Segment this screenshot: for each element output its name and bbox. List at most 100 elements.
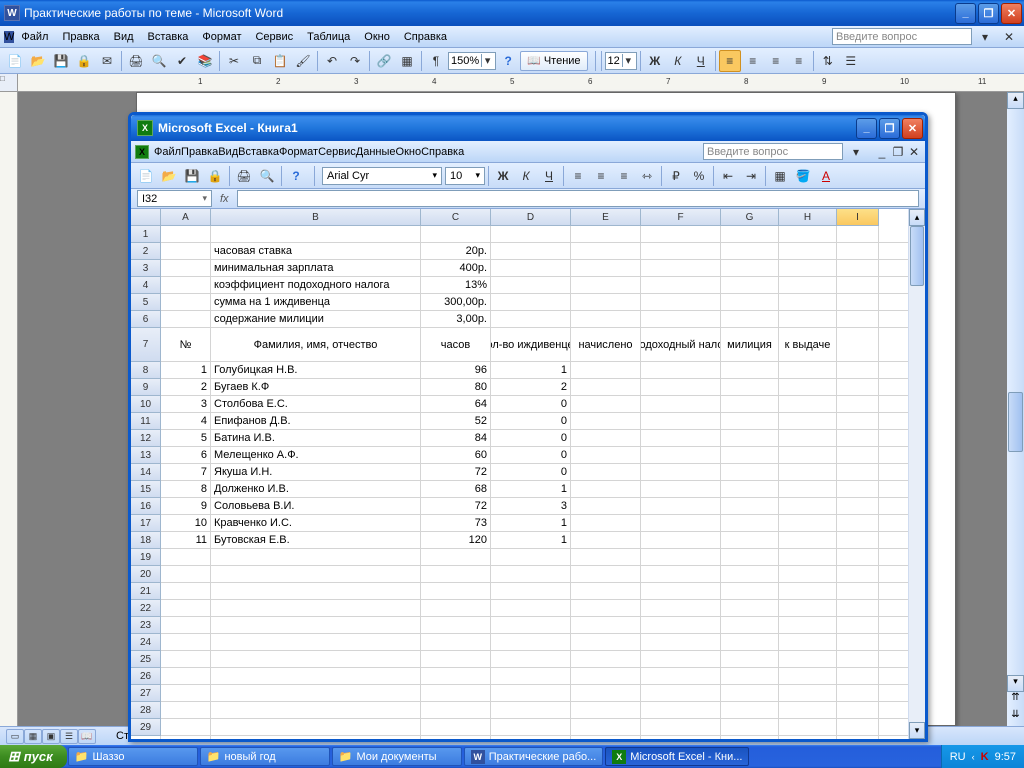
open-icon[interactable]: 📂	[27, 50, 49, 72]
cell-D13[interactable]: 0	[491, 447, 571, 464]
line-spacing-icon[interactable]: ⇅	[817, 50, 839, 72]
word-help-search[interactable]	[832, 28, 972, 45]
row-header-10[interactable]: 10	[131, 396, 161, 413]
row-header-13[interactable]: 13	[131, 447, 161, 464]
mail-icon[interactable]: ✉	[96, 50, 118, 72]
excel-menu-window[interactable]: Окно	[396, 146, 422, 158]
excel-grid[interactable]: ABCDEFGHI1234567891011121314151617181920…	[131, 209, 925, 739]
taskbar-item-0[interactable]: 📁Шаззо	[68, 747, 198, 766]
scroll-down-icon[interactable]: ▾	[909, 722, 925, 739]
excel-menu-view[interactable]: Вид	[218, 146, 238, 158]
ex-align-right-icon[interactable]: ≡	[613, 165, 635, 187]
cell-C15[interactable]: 68	[421, 481, 491, 498]
cell-B9[interactable]: Бугаев К.Ф	[211, 379, 421, 396]
fx-icon[interactable]: fx	[220, 193, 229, 205]
excel-menu-file[interactable]: Файл	[154, 146, 181, 158]
cell-C11[interactable]: 52	[421, 413, 491, 430]
word-doc-icon[interactable]: W	[4, 31, 14, 43]
ex-fontcolor-icon[interactable]: A	[815, 165, 837, 187]
format-painter-icon[interactable]: 🖌	[292, 50, 314, 72]
redo-icon[interactable]: ↷	[344, 50, 366, 72]
word-menu-view[interactable]: Вид	[107, 28, 141, 46]
ex-preview-icon[interactable]: 🔍	[256, 165, 278, 187]
row-header-12[interactable]: 12	[131, 430, 161, 447]
cell-A13[interactable]: 6	[161, 447, 211, 464]
cell-B18[interactable]: Бутовская Е.В.	[211, 532, 421, 549]
cell-A9[interactable]: 2	[161, 379, 211, 396]
print-icon[interactable]: 🖨	[125, 50, 147, 72]
row-header-5[interactable]: 5	[131, 294, 161, 311]
word-help-search-dropdown-icon[interactable]: ▾	[974, 26, 996, 48]
kaspersky-icon[interactable]: K	[981, 751, 989, 763]
col-header-I[interactable]: I	[837, 209, 879, 226]
print-preview-icon[interactable]: 🔍	[148, 50, 170, 72]
cell-D17[interactable]: 1	[491, 515, 571, 532]
cell-C18[interactable]: 120	[421, 532, 491, 549]
web-view-icon[interactable]: ▦	[24, 729, 42, 744]
cell-D11[interactable]: 0	[491, 413, 571, 430]
row-header-4[interactable]: 4	[131, 277, 161, 294]
ex-borders-icon[interactable]: ▦	[769, 165, 791, 187]
numbered-list-icon[interactable]: ☰	[840, 50, 862, 72]
ex-new-icon[interactable]: 📄	[135, 165, 157, 187]
cell-C5[interactable]: 300,00р.	[421, 294, 491, 311]
row-header-1[interactable]: 1	[131, 226, 161, 243]
ex-percent-icon[interactable]: %	[688, 165, 710, 187]
cell-B7[interactable]: Фамилия, имя, отчество	[211, 328, 421, 362]
language-indicator[interactable]: RU	[950, 751, 966, 763]
cell-A8[interactable]: 1	[161, 362, 211, 379]
align-right-icon[interactable]: ≡	[765, 50, 787, 72]
word-browse-next-icon[interactable]: ⇊	[1007, 709, 1024, 726]
outline-view-icon[interactable]: ☰	[60, 729, 78, 744]
ex-merge-icon[interactable]: ⇿	[636, 165, 658, 187]
word-fontsize-combo[interactable]: 12▾	[605, 52, 637, 70]
tables-borders-icon[interactable]: ▦	[396, 50, 418, 72]
word-menu-tools[interactable]: Сервис	[248, 28, 300, 46]
taskbar-item-2[interactable]: 📁Мои документы	[332, 747, 462, 766]
row-header-20[interactable]: 20	[131, 566, 161, 583]
word-scroll-up-icon[interactable]: ▴	[1007, 92, 1024, 109]
word-menu-window[interactable]: Окно	[357, 28, 397, 46]
select-all-corner[interactable]	[131, 209, 161, 226]
row-header-18[interactable]: 18	[131, 532, 161, 549]
row-header-19[interactable]: 19	[131, 549, 161, 566]
cell-A15[interactable]: 8	[161, 481, 211, 498]
cell-A7[interactable]: №	[161, 328, 211, 362]
row-header-24[interactable]: 24	[131, 634, 161, 651]
row-header-25[interactable]: 25	[131, 651, 161, 668]
cell-D7[interactable]: кол-во иждивенцев	[491, 328, 571, 362]
row-header-23[interactable]: 23	[131, 617, 161, 634]
permission-icon[interactable]: 🔒	[73, 50, 95, 72]
save-icon[interactable]: 💾	[50, 50, 72, 72]
ex-align-left-icon[interactable]: ≡	[567, 165, 589, 187]
italic-icon[interactable]: К	[667, 50, 689, 72]
word-browse-prev-icon[interactable]: ⇈	[1007, 692, 1024, 709]
new-doc-icon[interactable]: 📄	[4, 50, 26, 72]
ex-fontsize-combo[interactable]: 10▾	[445, 167, 485, 185]
row-header-7[interactable]: 7	[131, 328, 161, 362]
cell-C16[interactable]: 72	[421, 498, 491, 515]
row-header-2[interactable]: 2	[131, 243, 161, 260]
row-header-21[interactable]: 21	[131, 583, 161, 600]
word-horizontal-ruler[interactable]: □ 123456789101112	[0, 74, 1024, 92]
cell-G7[interactable]: милиция	[721, 328, 779, 362]
word-vertical-ruler[interactable]	[0, 92, 18, 726]
cell-C7[interactable]: часов	[421, 328, 491, 362]
cell-C17[interactable]: 73	[421, 515, 491, 532]
cell-A12[interactable]: 5	[161, 430, 211, 447]
ex-print-icon[interactable]: 🖨	[233, 165, 255, 187]
ex-open-icon[interactable]: 📂	[158, 165, 180, 187]
cell-D8[interactable]: 1	[491, 362, 571, 379]
reading-layout-button[interactable]: 📖 Чтение	[520, 51, 587, 71]
cell-C9[interactable]: 80	[421, 379, 491, 396]
align-left-icon[interactable]: ≡	[719, 50, 741, 72]
ex-font-combo[interactable]: Arial Cyr▾	[322, 167, 442, 185]
tray-chevron-icon[interactable]: ‹	[972, 752, 975, 762]
col-header-D[interactable]: D	[491, 209, 571, 226]
row-header-14[interactable]: 14	[131, 464, 161, 481]
row-header-17[interactable]: 17	[131, 515, 161, 532]
word-menu-edit[interactable]: Правка	[55, 28, 106, 46]
cut-icon[interactable]: ✂	[223, 50, 245, 72]
undo-icon[interactable]: ↶	[321, 50, 343, 72]
row-header-29[interactable]: 29	[131, 719, 161, 736]
